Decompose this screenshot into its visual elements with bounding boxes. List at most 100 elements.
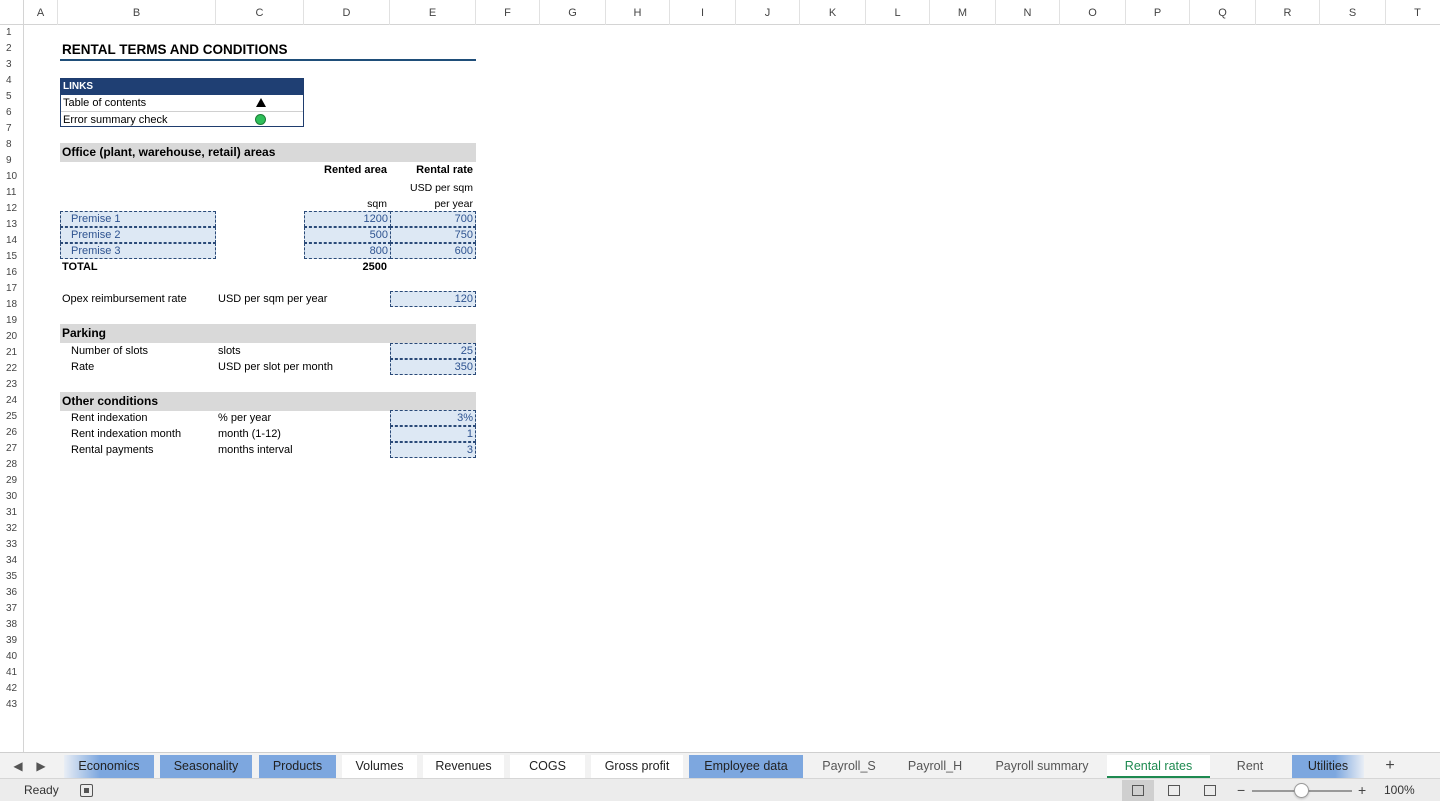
row-header-cell[interactable]: 40 [0, 649, 22, 665]
premise-1-area[interactable]: 1200 [304, 211, 391, 227]
column-header-cell[interactable]: J [736, 0, 800, 25]
row-header-cell[interactable]: 10 [0, 169, 22, 185]
column-header-cell[interactable]: Q [1190, 0, 1256, 25]
link-table-of-contents[interactable]: Table of contents [61, 95, 303, 111]
row-header-cell[interactable]: 14 [0, 233, 22, 249]
row-header-cell[interactable]: 2 [0, 41, 22, 57]
row-header-cell[interactable]: 18 [0, 297, 22, 313]
normal-view-button[interactable] [1122, 780, 1154, 801]
premise-1-name[interactable]: Premise 1 [60, 211, 216, 227]
row-header-cell[interactable]: 29 [0, 473, 22, 489]
tab-revenues[interactable]: Revenues [423, 755, 504, 778]
opex-value[interactable]: 120 [390, 291, 476, 307]
column-header-cell[interactable]: G [540, 0, 606, 25]
row-header-cell[interactable]: 23 [0, 377, 22, 393]
tab-economics[interactable]: Economics [64, 755, 154, 778]
sheet-grid[interactable]: RENTAL TERMS AND CONDITIONS LINKS Table … [24, 25, 1440, 752]
row-header-cell[interactable]: 12 [0, 201, 22, 217]
column-header-cell[interactable]: F [476, 0, 540, 25]
row-header-cell[interactable]: 26 [0, 425, 22, 441]
column-header-cell[interactable]: C [216, 0, 304, 25]
tab-seasonality[interactable]: Seasonality [160, 755, 252, 778]
row-header-cell[interactable]: 42 [0, 681, 22, 697]
column-header-cell[interactable]: A [24, 0, 58, 25]
tab-volumes[interactable]: Volumes [342, 755, 417, 778]
premise-3-name[interactable]: Premise 3 [60, 243, 216, 259]
zoom-out-icon[interactable]: − [1237, 779, 1245, 801]
premise-3-area[interactable]: 800 [304, 243, 391, 259]
row-header-cell[interactable]: 19 [0, 313, 22, 329]
row-header-cell[interactable]: 25 [0, 409, 22, 425]
tab-gross-profit[interactable]: Gross profit [591, 755, 683, 778]
row-header-cell[interactable]: 8 [0, 137, 22, 153]
row-header-cell[interactable]: 11 [0, 185, 22, 201]
row-header-cell[interactable]: 32 [0, 521, 22, 537]
tab-rental-rates[interactable]: Rental rates [1107, 755, 1210, 778]
premise-1-rate[interactable]: 700 [390, 211, 476, 227]
row-header-cell[interactable]: 4 [0, 73, 22, 89]
row-header-cell[interactable]: 22 [0, 361, 22, 377]
premise-2-name[interactable]: Premise 2 [60, 227, 216, 243]
row-header-cell[interactable]: 9 [0, 153, 22, 169]
parking-rate-value[interactable]: 350 [390, 359, 476, 375]
column-header-cell[interactable]: B [58, 0, 216, 25]
row-header-cell[interactable]: 34 [0, 553, 22, 569]
row-header-cell[interactable]: 31 [0, 505, 22, 521]
tab-utilities[interactable]: Utilities [1292, 755, 1364, 778]
page-layout-view-button[interactable] [1158, 780, 1190, 801]
row-header-cell[interactable]: 36 [0, 585, 22, 601]
row-header-cell[interactable]: 37 [0, 601, 22, 617]
column-header-cell[interactable]: I [670, 0, 736, 25]
row-header-cell[interactable]: 30 [0, 489, 22, 505]
row-header-cell[interactable]: 21 [0, 345, 22, 361]
row-header-cell[interactable]: 28 [0, 457, 22, 473]
indexation-value[interactable]: 3% [390, 410, 476, 426]
rental-payments-value[interactable]: 3 [390, 442, 476, 458]
row-header-cell[interactable]: 38 [0, 617, 22, 633]
row-header-cell[interactable]: 15 [0, 249, 22, 265]
column-header-cell[interactable]: D [304, 0, 390, 25]
indexation-month-value[interactable]: 1 [390, 426, 476, 442]
row-header-cell[interactable]: 3 [0, 57, 22, 73]
tab-employee-data[interactable]: Employee data [689, 755, 803, 778]
column-header-cell[interactable]: P [1126, 0, 1190, 25]
row-header-cell[interactable]: 6 [0, 105, 22, 121]
column-header-cell[interactable]: O [1060, 0, 1126, 25]
link-error-label[interactable]: Error summary check [63, 114, 168, 126]
column-header-cell[interactable]: N [996, 0, 1060, 25]
parking-slots-value[interactable]: 25 [390, 343, 476, 359]
column-header-cell[interactable]: K [800, 0, 866, 25]
select-all-corner[interactable] [0, 0, 24, 25]
row-header-cell[interactable]: 16 [0, 265, 22, 281]
column-header-cell[interactable]: M [930, 0, 996, 25]
premise-3-rate[interactable]: 600 [390, 243, 476, 259]
premise-2-area[interactable]: 500 [304, 227, 391, 243]
row-header-cell[interactable]: 39 [0, 633, 22, 649]
triangle-up-icon[interactable] [256, 98, 266, 107]
add-sheet-button[interactable]: + [1380, 753, 1400, 779]
link-toc-label[interactable]: Table of contents [63, 97, 146, 109]
column-header-cell[interactable]: R [1256, 0, 1320, 25]
tab-payroll-s[interactable]: Payroll_S [808, 755, 890, 778]
tab-cogs[interactable]: COGS [510, 755, 585, 778]
column-header-cell[interactable]: L [866, 0, 930, 25]
row-header-cell[interactable]: 43 [0, 697, 22, 713]
tab-scroll-right-icon[interactable]: ▶ [33, 753, 49, 779]
column-header-cell[interactable]: S [1320, 0, 1386, 25]
tab-products[interactable]: Products [259, 755, 336, 778]
row-header-cell[interactable]: 41 [0, 665, 22, 681]
page-break-view-button[interactable] [1194, 780, 1226, 801]
column-header-cell[interactable]: H [606, 0, 670, 25]
column-header-cell[interactable]: T [1386, 0, 1440, 25]
row-header-cell[interactable]: 13 [0, 217, 22, 233]
premise-2-rate[interactable]: 750 [390, 227, 476, 243]
row-header-cell[interactable]: 17 [0, 281, 22, 297]
tab-payroll-h[interactable]: Payroll_H [896, 755, 974, 778]
link-error-summary[interactable]: Error summary check [61, 111, 303, 127]
column-header-cell[interactable]: E [390, 0, 476, 25]
tab-rent[interactable]: Rent [1214, 755, 1286, 778]
zoom-slider-handle[interactable] [1294, 783, 1309, 798]
row-header-cell[interactable]: 24 [0, 393, 22, 409]
macro-record-icon[interactable] [80, 784, 93, 797]
row-header-cell[interactable]: 35 [0, 569, 22, 585]
